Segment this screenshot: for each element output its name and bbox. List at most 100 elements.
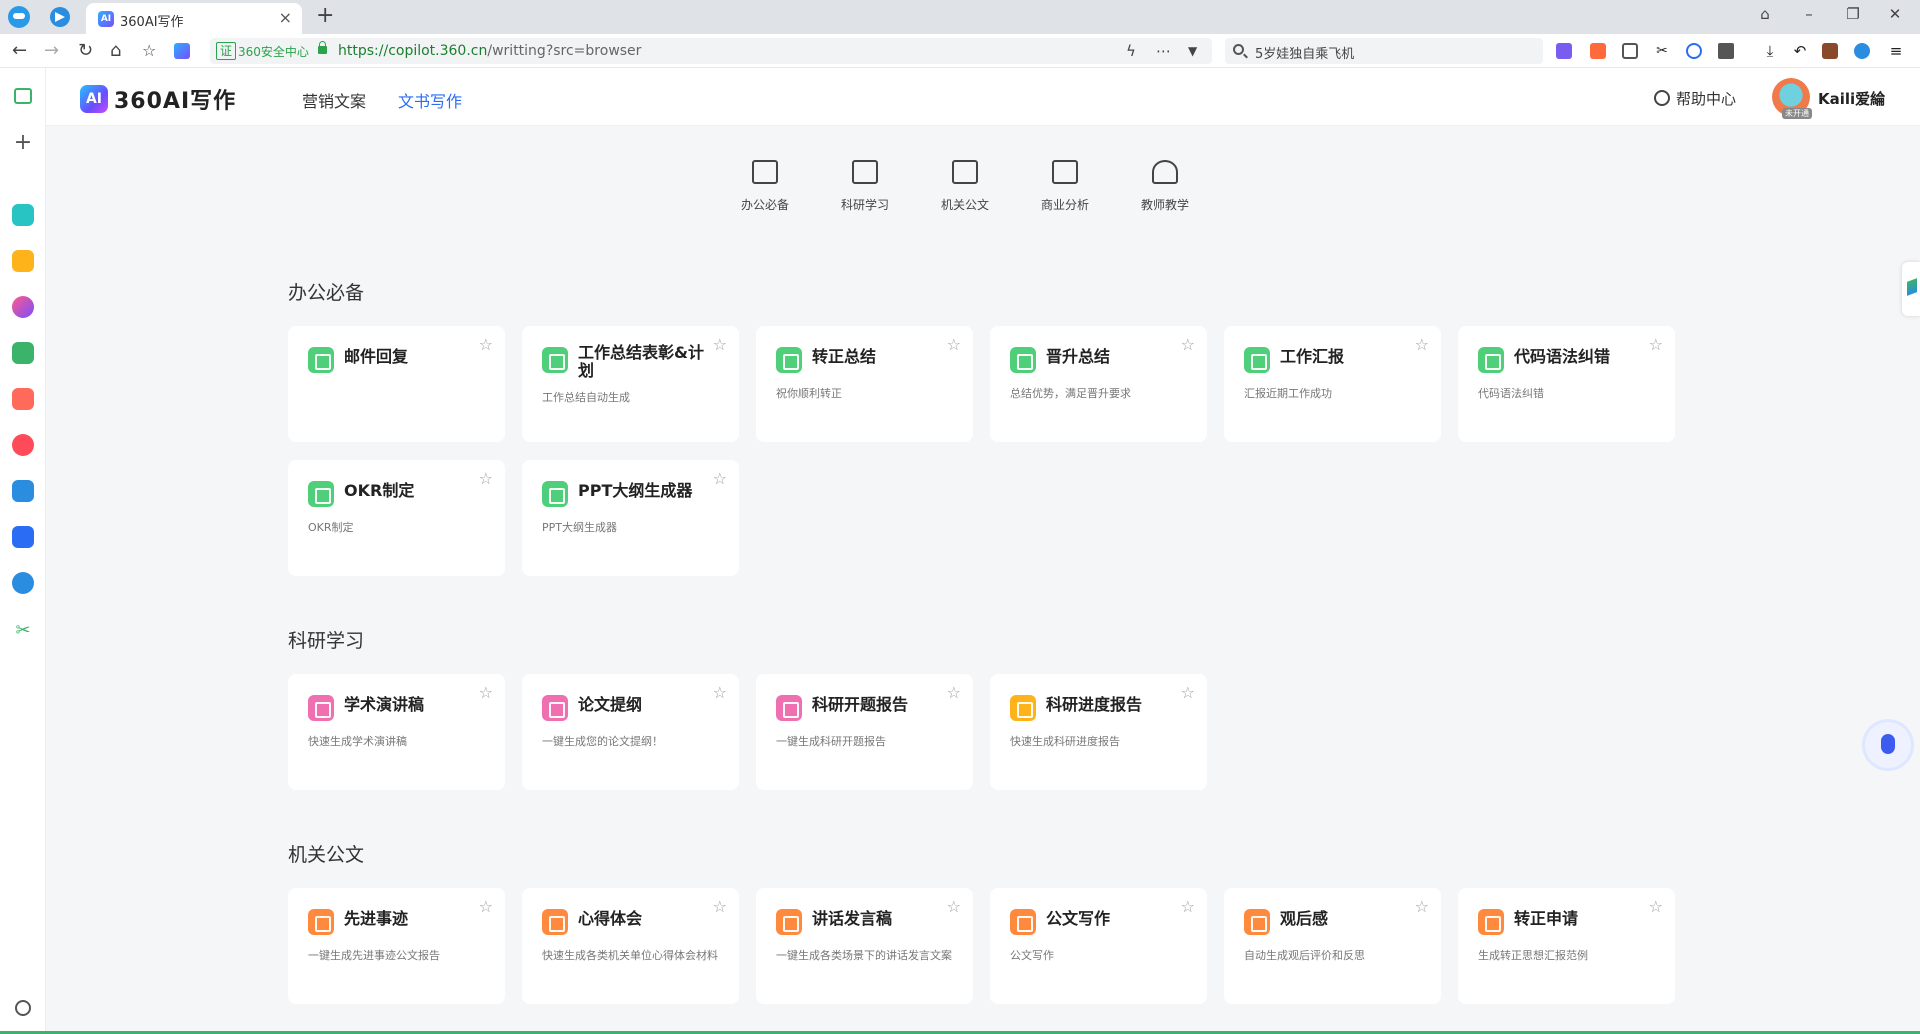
magnifier-extension-icon[interactable] — [1686, 43, 1702, 59]
star-icon[interactable]: ☆ — [947, 335, 961, 354]
template-card[interactable]: 工作汇报 汇报近期工作成功 ☆ — [1224, 326, 1441, 442]
send-icon[interactable] — [50, 7, 70, 27]
sidebar-ai-doc-icon[interactable] — [12, 526, 34, 548]
star-icon[interactable]: ☆ — [1181, 335, 1195, 354]
template-card[interactable]: 讲话发言稿 一键生成各类场景下的讲话发言文案 ☆ — [756, 888, 973, 1004]
search-query[interactable]: 5岁娃独自乘飞机 — [1255, 43, 1354, 62]
logo-text[interactable]: 360AI写作 — [114, 83, 236, 115]
sidebar-ai-write-icon[interactable] — [12, 480, 34, 502]
sidebar-ai-icon[interactable] — [12, 296, 34, 318]
undo-icon[interactable]: ↶ — [1792, 43, 1808, 59]
template-card[interactable]: 观后感 自动生成观后评价和反思 ☆ — [1224, 888, 1441, 1004]
sidebar-add-icon[interactable]: + — [12, 132, 34, 154]
template-card[interactable]: PPT大纲生成器 PPT大纲生成器 ☆ — [522, 460, 739, 576]
security-center-label[interactable]: 360安全中心 — [238, 43, 309, 60]
template-card[interactable]: 邮件回复 ☆ — [288, 326, 505, 442]
star-icon[interactable]: ☆ — [479, 683, 493, 702]
ie-icon[interactable] — [1854, 43, 1870, 59]
template-icon — [776, 695, 802, 721]
lock-icon[interactable] — [318, 41, 327, 54]
star-icon[interactable]: ☆ — [1181, 683, 1195, 702]
ai-extension-icon[interactable] — [174, 43, 190, 59]
more-icon[interactable]: ⋯ — [1156, 42, 1171, 60]
star-icon[interactable]: ☆ — [713, 683, 727, 702]
category-research[interactable]: 科研学习 — [825, 160, 905, 213]
star-icon[interactable]: ☆ — [479, 469, 493, 488]
floating-assistant-button[interactable] — [1865, 722, 1911, 768]
toolbox-icon[interactable] — [1822, 43, 1838, 59]
sidebar-medical-icon[interactable] — [12, 204, 34, 226]
template-card[interactable]: 转正申请 生成转正思想汇报范例 ☆ — [1458, 888, 1675, 1004]
category-office[interactable]: 办公必备 — [725, 160, 805, 213]
category-business[interactable]: 商业分析 — [1025, 160, 1105, 213]
help-headset-icon[interactable] — [1654, 90, 1670, 106]
star-icon[interactable]: ☆ — [713, 335, 727, 354]
star-icon[interactable]: ☆ — [1181, 897, 1195, 916]
side-panel-tab[interactable] — [1902, 262, 1920, 316]
template-card[interactable]: 工作总结表彰&计划 工作总结自动生成 ☆ — [522, 326, 739, 442]
star-icon[interactable]: ☆ — [947, 897, 961, 916]
tab-close-icon[interactable]: × — [279, 8, 292, 27]
template-card[interactable]: OKR制定 OKR制定 ☆ — [288, 460, 505, 576]
category-teaching[interactable]: 教师教学 — [1125, 160, 1205, 213]
star-icon[interactable]: ☆ — [713, 897, 727, 916]
star-icon[interactable]: ☆ — [1415, 335, 1429, 354]
url-text[interactable]: https://copilot.360.cn/writting?src=brow… — [338, 43, 641, 59]
sidebar-ai-pdf-icon[interactable] — [12, 388, 34, 410]
star-icon[interactable]: ☆ — [1649, 897, 1663, 916]
reload-icon[interactable]: ↻ — [78, 40, 93, 62]
category-government[interactable]: 机关公文 — [925, 160, 1005, 213]
sidebar-scissors-icon[interactable]: ✂ — [12, 620, 34, 642]
puzzle-icon[interactable] — [1718, 43, 1734, 59]
sidebar-ai-video-icon[interactable] — [12, 434, 34, 456]
template-card[interactable]: 代码语法纠错 代码语法纠错 ☆ — [1458, 326, 1675, 442]
sidebar-translate-icon[interactable] — [12, 572, 34, 594]
home-icon[interactable]: ⌂ — [110, 40, 121, 62]
download-icon[interactable]: ⤓ — [1762, 43, 1778, 59]
logo-icon[interactable]: AI — [80, 85, 108, 113]
back-icon[interactable]: ← — [12, 40, 27, 62]
template-card[interactable]: 心得体会 快速生成各类机关单位心得体会材料 ☆ — [522, 888, 739, 1004]
nav-marketing[interactable]: 营销文案 — [302, 88, 366, 112]
star-icon[interactable]: ☆ — [479, 897, 493, 916]
settings-gear-icon[interactable] — [15, 1000, 31, 1016]
help-center-link[interactable]: 帮助中心 — [1676, 88, 1736, 109]
game-extension-icon[interactable] — [1590, 43, 1606, 59]
username[interactable]: Kaili爱綸 — [1818, 88, 1885, 109]
search-box[interactable]: 5岁娃独自乘飞机 — [1225, 38, 1543, 64]
url-bar[interactable]: 证 360安全中心 https://copilot.360.cn/writtin… — [210, 38, 1212, 64]
forward-icon[interactable]: → — [44, 40, 59, 62]
restore-icon[interactable]: ❐ — [1836, 5, 1870, 23]
sidebar-ai-image-icon[interactable] — [12, 342, 34, 364]
lightning-icon[interactable]: ϟ — [1126, 42, 1136, 60]
translate-extension-icon[interactable] — [1556, 43, 1572, 59]
template-card[interactable]: 科研进度报告 快速生成科研进度报告 ☆ — [990, 674, 1207, 790]
minimize-icon[interactable]: – — [1792, 5, 1826, 23]
security-badge-icon[interactable]: 证 — [216, 42, 237, 60]
browser-tab[interactable]: AI 360AI写作 × — [86, 3, 302, 34]
favorites-icon[interactable]: ☆ — [142, 40, 156, 62]
star-icon[interactable]: ☆ — [479, 335, 493, 354]
close-window-icon[interactable]: ✕ — [1878, 5, 1912, 23]
new-tab-icon[interactable]: + — [316, 3, 334, 29]
star-icon[interactable]: ☆ — [947, 683, 961, 702]
star-icon[interactable]: ☆ — [1415, 897, 1429, 916]
browser-logo-icon[interactable] — [8, 6, 30, 28]
template-card[interactable]: 论文提纲 一键生成您的论文提纲！ ☆ — [522, 674, 739, 790]
template-card[interactable]: 先进事迹 一键生成先进事迹公文报告 ☆ — [288, 888, 505, 1004]
chevron-down-icon[interactable]: ▼ — [1188, 44, 1197, 58]
template-card[interactable]: 公文写作 公文写作 ☆ — [990, 888, 1207, 1004]
star-icon[interactable]: ☆ — [1649, 335, 1663, 354]
screen-extension-icon[interactable] — [1622, 43, 1638, 59]
menu-icon[interactable]: ≡ — [1888, 43, 1904, 59]
template-card[interactable]: 学术演讲稿 快速生成学术演讲稿 ☆ — [288, 674, 505, 790]
star-icon[interactable]: ☆ — [713, 469, 727, 488]
scissors-icon[interactable]: ✂ — [1654, 43, 1670, 59]
tshirt-icon[interactable]: ⌂ — [1748, 5, 1782, 23]
sidebar-star-icon[interactable] — [12, 250, 34, 272]
sidebar-home-icon[interactable] — [14, 88, 32, 104]
template-card[interactable]: 转正总结 祝你顺利转正 ☆ — [756, 326, 973, 442]
nav-document-writing[interactable]: 文书写作 — [398, 88, 462, 112]
template-card[interactable]: 晋升总结 总结优势，满足晋升要求 ☆ — [990, 326, 1207, 442]
template-card[interactable]: 科研开题报告 一键生成科研开题报告 ☆ — [756, 674, 973, 790]
